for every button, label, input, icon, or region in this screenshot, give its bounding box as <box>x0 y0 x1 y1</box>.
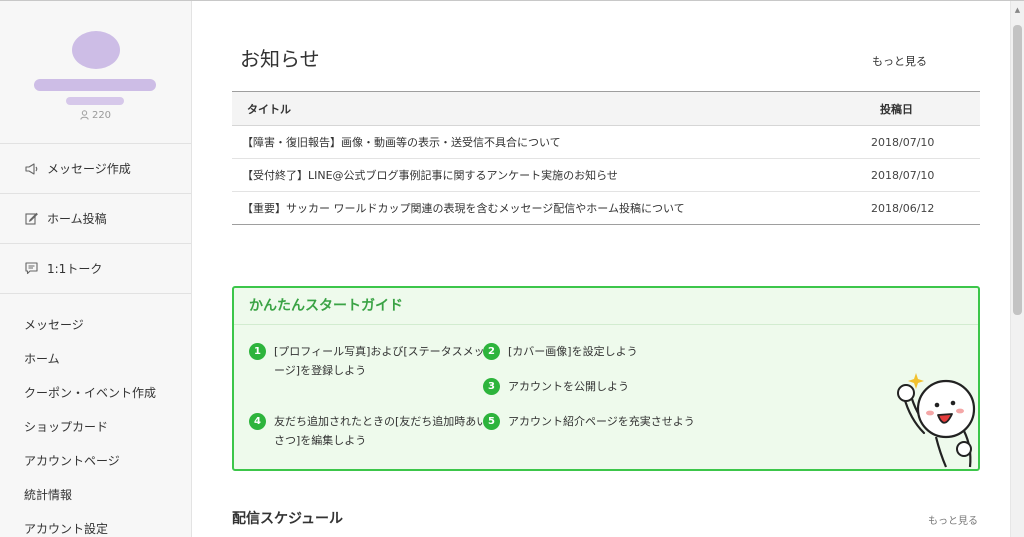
schedule-more-link[interactable]: もっと見る <box>928 512 978 527</box>
sidebar-item-messages[interactable]: メッセージ <box>0 308 191 342</box>
guide-step-3[interactable]: 3 アカウントを公開しよう <box>483 377 629 396</box>
news-item-date: 2018/07/10 <box>865 158 980 192</box>
vertical-scrollbar[interactable]: ▲ <box>1010 1 1024 537</box>
column-header-date: 投稿日 <box>880 102 913 116</box>
start-guide-title: かんたんスタートガイド <box>234 288 978 325</box>
guide-step-1[interactable]: 1 [プロフィール写真]および[ステータスメッセ ージ]を登録しよう <box>249 342 496 380</box>
sidebar-action-label: メッセージ作成 <box>47 162 131 176</box>
avatar[interactable] <box>72 31 120 69</box>
step-number-badge: 3 <box>483 378 500 395</box>
sidebar-item-account-page[interactable]: アカウントページ <box>0 444 191 478</box>
person-icon <box>80 110 89 123</box>
step-number-badge: 5 <box>483 413 500 430</box>
main-content: お知らせ もっと見る タイトル 投稿日 【障害・復旧報告】画像・動画等の表示・送… <box>193 1 1024 537</box>
news-item-date: 2018/06/12 <box>865 191 980 225</box>
sidebar-action-label: 1:1トーク <box>47 262 103 276</box>
scroll-up-arrow-icon[interactable]: ▲ <box>1011 3 1024 17</box>
guide-step-2[interactable]: 2 [カバー画像]を設定しよう <box>483 342 638 361</box>
app-window: 220 メッセージ作成 ホーム投稿 1:1トーク メッセージ ホーム クーポン・… <box>0 0 1024 537</box>
column-header-title: タイトル <box>247 102 291 116</box>
account-name-redacted <box>34 79 156 91</box>
news-table-header: タイトル 投稿日 <box>232 91 980 126</box>
table-row[interactable]: 【重要】サッカー ワールドカップ関連の表現を含むメッセージ配信やホーム投稿につい… <box>232 191 980 225</box>
step-text: アカウント紹介ページを充実させよう <box>508 415 695 428</box>
sidebar-action-label: ホーム投稿 <box>47 212 107 226</box>
sidebar: 220 メッセージ作成 ホーム投稿 1:1トーク メッセージ ホーム クーポン・… <box>0 1 192 537</box>
news-section-title: お知らせ <box>240 47 320 71</box>
schedule-section-title: 配信スケジュール <box>232 511 344 527</box>
sidebar-nav: メッセージ ホーム クーポン・イベント作成 ショップカード アカウントページ 統… <box>0 294 191 537</box>
sidebar-action-one-on-one-talk[interactable]: 1:1トーク <box>0 244 191 294</box>
megaphone-icon <box>24 161 39 176</box>
news-item-title[interactable]: 【重要】サッカー ワールドカップ関連の表現を含むメッセージ配信やホーム投稿につい… <box>232 191 865 225</box>
table-row[interactable]: 【障害・復旧報告】画像・動画等の表示・送受信不具合について 2018/07/10 <box>232 125 980 159</box>
step-text: アカウントを公開しよう <box>508 380 629 393</box>
guide-step-4[interactable]: 4 友だち追加されたときの[友だち追加時あい さつ]を編集しよう <box>249 412 487 450</box>
news-table: タイトル 投稿日 【障害・復旧報告】画像・動画等の表示・送受信不具合について 2… <box>232 91 980 225</box>
news-item-title[interactable]: 【障害・復旧報告】画像・動画等の表示・送受信不具合について <box>232 125 865 159</box>
news-item-title[interactable]: 【受付終了】LINE@公式ブログ事例記事に関するアンケート実施のお知らせ <box>232 158 865 192</box>
sidebar-item-statistics[interactable]: 統計情報 <box>0 478 191 512</box>
profile-section: 220 <box>0 1 191 144</box>
cheering-mascot-icon <box>897 373 976 468</box>
sidebar-item-coupon-event[interactable]: クーポン・イベント作成 <box>0 376 191 410</box>
news-more-link[interactable]: もっと見る <box>872 53 927 69</box>
sidebar-item-shop-card[interactable]: ショップカード <box>0 410 191 444</box>
sidebar-item-account-settings[interactable]: アカウント設定 <box>0 512 191 537</box>
step-number-badge: 1 <box>249 343 266 360</box>
guide-step-5[interactable]: 5 アカウント紹介ページを充実させよう <box>483 412 695 431</box>
sidebar-action-create-message[interactable]: メッセージ作成 <box>0 144 191 194</box>
followers-count: 220 <box>0 110 191 123</box>
step-text: [カバー画像]を設定しよう <box>508 345 638 358</box>
chat-icon <box>24 261 39 276</box>
scrollbar-thumb[interactable] <box>1013 25 1022 315</box>
news-item-date: 2018/07/10 <box>865 125 980 159</box>
step-number-badge: 4 <box>249 413 266 430</box>
sidebar-action-home-post[interactable]: ホーム投稿 <box>0 194 191 244</box>
start-guide-panel: かんたんスタートガイド 1 [プロフィール写真]および[ステータスメッセ ージ]… <box>232 286 980 471</box>
followers-count-value: 220 <box>91 110 112 121</box>
step-number-badge: 2 <box>483 343 500 360</box>
account-id-redacted <box>66 97 124 105</box>
step-text: 友だち追加されたときの[友だち追加時あい さつ]を編集しよう <box>274 415 488 447</box>
edit-icon <box>24 211 39 226</box>
table-row[interactable]: 【受付終了】LINE@公式ブログ事例記事に関するアンケート実施のお知らせ 201… <box>232 158 980 192</box>
step-text: [プロフィール写真]および[ステータスメッセ ージ]を登録しよう <box>274 345 496 377</box>
sidebar-item-home[interactable]: ホーム <box>0 342 191 376</box>
